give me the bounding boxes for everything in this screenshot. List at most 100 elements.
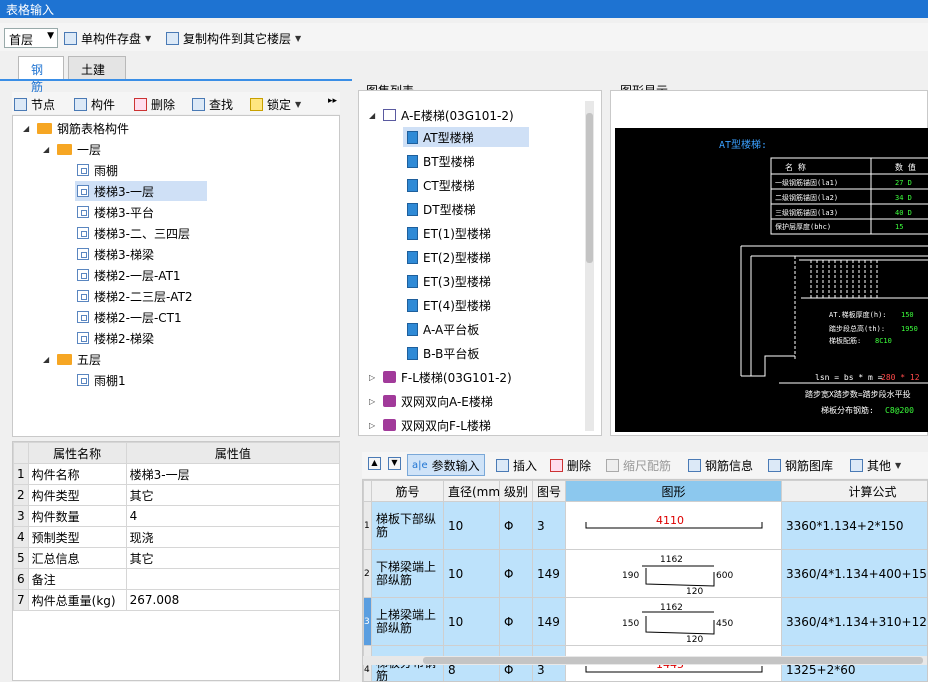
rebar-grade[interactable]: Φ xyxy=(499,501,533,550)
atlas-item[interactable]: ET(1)型楼梯 xyxy=(407,223,491,243)
scroll-thumb[interactable] xyxy=(423,657,923,664)
tab-rebar[interactable]: 钢筋 xyxy=(18,56,64,94)
table-row[interactable]: 2 构件类型 其它 xyxy=(13,484,341,506)
lock-button[interactable]: 锁定 ▼ xyxy=(250,94,301,114)
column-header: 直径(mm) xyxy=(443,480,500,502)
delete-label: 删除 xyxy=(151,97,176,112)
rebar-grade[interactable]: Φ xyxy=(499,597,533,646)
node-button[interactable]: 节点 xyxy=(14,94,55,114)
tab-civil[interactable]: 土建 xyxy=(68,56,126,80)
other-button[interactable]: 其他 ▼ xyxy=(850,455,901,475)
tree-item[interactable]: 雨棚 xyxy=(77,160,118,180)
scale-rebar-button[interactable]: 缩尺配筋 xyxy=(606,455,671,475)
atlas-item[interactable]: ET(4)型楼梯 xyxy=(407,295,491,315)
rebar-h-scrollbar[interactable] xyxy=(363,656,927,665)
rebar-fig[interactable]: 149 xyxy=(532,549,566,598)
atlas-item[interactable]: CT型楼梯 xyxy=(407,175,475,195)
prop-value[interactable]: 4 xyxy=(125,505,341,527)
copy-to-floor-button[interactable]: 复制构件到其它楼层 ▼ xyxy=(166,28,301,48)
tree-root[interactable]: ◢ 钢筋表格构件 xyxy=(23,118,129,138)
tree-item-floor5[interactable]: ◢ 五层 xyxy=(43,349,101,369)
prop-value[interactable]: 其它 xyxy=(125,547,341,569)
prop-value[interactable]: 267.008 xyxy=(125,589,341,611)
atlas-group[interactable]: ◢ A-E楼梯(03G101-2) xyxy=(369,105,514,125)
atlas-item[interactable]: BT型楼梯 xyxy=(407,151,475,171)
rebar-formula[interactable]: 3360/4*1.134+400+150-2* xyxy=(781,549,927,598)
corner-cell xyxy=(13,442,29,464)
table-row[interactable]: 3 构件数量 4 xyxy=(13,505,341,527)
atlas-item[interactable]: DT型楼梯 xyxy=(407,199,476,219)
table-row[interactable]: 7 构件总重量(kg) 267.008 xyxy=(13,589,341,611)
rebar-fig[interactable]: 3 xyxy=(532,501,566,550)
table-row[interactable]: 1 构件名称 楼梯3-一层 xyxy=(13,463,341,485)
rebar-info-button[interactable]: 钢筋信息 xyxy=(688,455,753,475)
overflow-icon[interactable]: ▸▸ xyxy=(328,96,337,106)
atlas-group[interactable]: ▷ 双网双向A-E楼梯 xyxy=(369,391,493,411)
tree-item[interactable]: 楼梯3-二、三四层 xyxy=(77,223,190,243)
prop-value[interactable]: 其它 xyxy=(125,484,341,506)
prop-value[interactable]: 楼梯3-一层 xyxy=(125,463,341,485)
expand-icon[interactable]: ◢ xyxy=(43,355,52,364)
atlas-item[interactable]: B-B平台板 xyxy=(407,343,479,363)
move-down-icon[interactable]: ▼ xyxy=(388,457,401,470)
atlas-group[interactable]: ▷ F-L楼梯(03G101-2) xyxy=(369,367,512,387)
table-row[interactable]: 1 梯板下部纵筋 10 Φ 3 4110 3360*1.134+2*150 xyxy=(363,501,927,550)
floor-select[interactable]: 首层 ▼ xyxy=(4,28,58,48)
table-row[interactable]: 6 备注 xyxy=(13,568,341,590)
rebar-name[interactable]: 上梯梁端上部纵筋 xyxy=(371,597,444,646)
collapse-icon[interactable]: ▷ xyxy=(369,373,378,382)
rebar-shape-cell[interactable]: 1162 190 600 120 xyxy=(565,549,782,598)
table-row[interactable]: 5 汇总信息 其它 xyxy=(13,547,341,569)
scroll-thumb[interactable] xyxy=(586,113,593,263)
rebar-grade[interactable]: Φ xyxy=(499,549,533,598)
delete-row-button[interactable]: 删除 xyxy=(550,455,591,475)
component-icon xyxy=(77,269,89,281)
prop-name: 汇总信息 xyxy=(27,547,127,569)
tree-item[interactable]: 雨棚1 xyxy=(77,370,126,390)
atlas-item[interactable]: ET(3)型楼梯 xyxy=(407,271,491,291)
collapse-icon[interactable]: ▷ xyxy=(369,397,378,406)
tree-item[interactable]: 楼梯2-二三层-AT2 xyxy=(77,286,193,306)
delete-button[interactable]: 删除 xyxy=(134,94,175,114)
atlas-group[interactable]: ▷ 双网双向F-L楼梯 xyxy=(369,415,491,435)
tree-item[interactable]: 楼梯2-一层-CT1 xyxy=(77,307,182,327)
atlas-item-label: ET(1)型楼梯 xyxy=(423,226,491,241)
table-row[interactable]: 4 预制类型 现浇 xyxy=(13,526,341,548)
rebar-formula[interactable]: 3360*1.134+2*150 xyxy=(781,501,927,550)
move-up-icon[interactable]: ▲ xyxy=(368,457,381,470)
rebar-formula[interactable]: 3360/4*1.134+310+120 xyxy=(781,597,927,646)
rebar-name[interactable]: 下梯梁端上部纵筋 xyxy=(371,549,444,598)
tree-item[interactable]: 楼梯2-一层-AT1 xyxy=(77,265,181,285)
find-button[interactable]: 查找 xyxy=(192,94,233,114)
expand-icon[interactable]: ◢ xyxy=(43,145,52,154)
tree-item-floor1[interactable]: ◢ 一层 xyxy=(43,139,101,159)
expand-icon[interactable]: ◢ xyxy=(369,111,378,120)
tree-item[interactable]: 楼梯3-平台 xyxy=(77,202,154,222)
atlas-item-selected[interactable]: AT型楼梯 xyxy=(403,127,529,147)
collapse-icon[interactable]: ▷ xyxy=(369,421,378,430)
table-row[interactable]: 3 上梯梁端上部纵筋 10 Φ 149 1162 150 450 120 3360/4… xyxy=(363,597,927,646)
rebar-diameter[interactable]: 10 xyxy=(443,549,500,598)
save-component-button[interactable]: 单构件存盘 ▼ xyxy=(64,28,151,48)
table-row[interactable]: 2 下梯梁端上部纵筋 10 Φ 149 1162 190 600 120 3360/4… xyxy=(363,549,927,598)
rebar-diameter[interactable]: 10 xyxy=(443,501,500,550)
rebar-name[interactable]: 梯板下部纵筋 xyxy=(371,501,444,550)
tree-item-selected[interactable]: 楼梯3-一层 xyxy=(75,181,207,201)
rebar-shape-cell[interactable]: 4110 xyxy=(565,501,782,550)
tree-item[interactable]: 楼梯3-梯梁 xyxy=(77,244,154,264)
insert-button[interactable]: 插入 xyxy=(496,455,537,475)
prop-value[interactable] xyxy=(125,568,341,590)
atlas-scrollbar[interactable] xyxy=(585,101,594,431)
component-button[interactable]: 构件 xyxy=(74,94,115,114)
rebar-diameter[interactable]: 10 xyxy=(443,597,500,646)
param-input-button[interactable]: a|e 参数输入 xyxy=(407,454,485,476)
atlas-item[interactable]: A-A平台板 xyxy=(407,319,479,339)
atlas-item[interactable]: ET(2)型楼梯 xyxy=(407,247,491,267)
tree-item[interactable]: 楼梯2-梯梁 xyxy=(77,328,154,348)
prop-value[interactable]: 现浇 xyxy=(125,526,341,548)
expand-icon[interactable]: ◢ xyxy=(23,124,32,133)
rebar-shape-cell[interactable]: 1162 150 450 120 xyxy=(565,597,782,646)
rebar-fig[interactable]: 149 xyxy=(532,597,566,646)
cad-table-cell: 27 D xyxy=(895,179,912,187)
rebar-library-button[interactable]: 钢筋图库 xyxy=(768,455,833,475)
